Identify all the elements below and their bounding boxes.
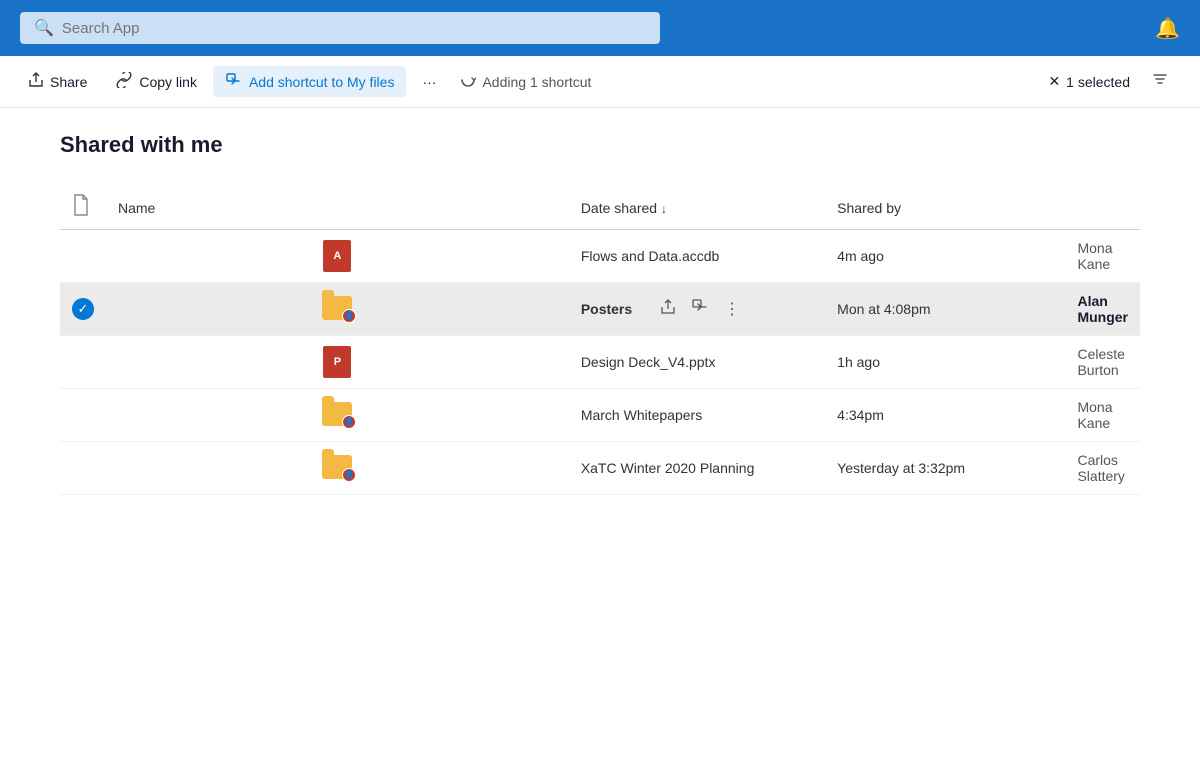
top-bar: 🔍 🔔 [0, 0, 1200, 56]
row-select[interactable] [60, 336, 106, 389]
row-actions: ⋮ [658, 297, 742, 322]
more-button[interactable]: ··· [410, 68, 448, 96]
page-title: Shared with me [60, 132, 1140, 158]
table-header-row: Name Date shared ↓ Shared by [60, 186, 1140, 230]
add-shortcut-label: Add shortcut to My files [249, 74, 395, 90]
file-generic-icon [72, 203, 90, 220]
row-name: March Whitepapers [581, 407, 702, 423]
row-select[interactable] [60, 230, 106, 283]
row-date: 4:34pm [825, 389, 1065, 442]
table-row[interactable]: ✓ 👤 Posters [60, 283, 1140, 336]
row-name-cell[interactable]: XaTC Winter 2020 Planning [569, 442, 825, 495]
th-shared-by: Shared by [825, 186, 1065, 230]
row-select[interactable]: ✓ [60, 283, 106, 336]
folder-icon: 👤 [322, 296, 352, 320]
adding-status: Adding 1 shortcut [452, 72, 599, 91]
table-row[interactable]: A Flows and Data.accdb 4m ago Mona Kane [60, 230, 1140, 283]
row-name-cell[interactable]: Posters ⋮ [569, 283, 825, 336]
copy-link-icon [115, 72, 133, 91]
check-circle: ✓ [72, 298, 94, 320]
row-date: 4m ago [825, 230, 1065, 283]
row-icon: P [106, 336, 569, 389]
adding-icon [460, 72, 476, 91]
row-date: 1h ago [825, 336, 1065, 389]
row-name: Posters [581, 301, 632, 317]
row-shared-by: Carlos Slattery [1065, 442, 1140, 495]
row-icon: 👤 [106, 389, 569, 442]
row-shared-by: Mona Kane [1065, 389, 1140, 442]
share-button[interactable]: Share [16, 66, 99, 97]
folder-icon: 👤 [322, 455, 352, 479]
row-name-cell[interactable]: March Whitepapers [569, 389, 825, 442]
copy-link-button[interactable]: Copy link [103, 66, 209, 97]
table-row[interactable]: P Design Deck_V4.pptx 1h ago Celeste Bur… [60, 336, 1140, 389]
th-date-shared[interactable]: Date shared ↓ [569, 186, 825, 230]
row-icon: 👤 [106, 283, 569, 336]
selected-status: ✕ 1 selected [1032, 67, 1184, 96]
sort-button[interactable] [1144, 67, 1176, 96]
row-share-button[interactable] [658, 297, 678, 322]
file-table: Name Date shared ↓ Shared by A Flows and… [60, 186, 1140, 495]
row-name: XaTC Winter 2020 Planning [581, 460, 755, 476]
selected-label: 1 selected [1066, 74, 1130, 90]
row-name: Design Deck_V4.pptx [581, 354, 716, 370]
search-icon: 🔍 [34, 18, 54, 38]
row-icon: 👤 [106, 442, 569, 495]
row-icon: A [106, 230, 569, 283]
pptx-icon: P [323, 346, 351, 378]
row-date: Yesterday at 3:32pm [825, 442, 1065, 495]
row-name-cell[interactable]: Flows and Data.accdb [569, 230, 825, 283]
toolbar: Share Copy link Add shortcut to My files… [0, 56, 1200, 108]
row-select[interactable] [60, 389, 106, 442]
search-input[interactable] [62, 20, 646, 37]
row-name-cell[interactable]: Design Deck_V4.pptx [569, 336, 825, 389]
table-row[interactable]: 👤 XaTC Winter 2020 Planning Yesterday at… [60, 442, 1140, 495]
close-icon: ✕ [1048, 73, 1060, 90]
folder-icon: 👤 [322, 402, 352, 426]
row-shared-by: Mona Kane [1065, 230, 1140, 283]
search-container[interactable]: 🔍 [20, 12, 660, 44]
row-select[interactable] [60, 442, 106, 495]
share-label: Share [50, 74, 87, 90]
copy-link-label: Copy link [139, 74, 197, 90]
row-shared-by: Alan Munger [1065, 283, 1140, 336]
adding-label: Adding 1 shortcut [482, 74, 591, 90]
sort-arrow-icon: ↓ [661, 202, 667, 216]
share-icon [28, 72, 44, 91]
content-area: Shared with me Name Date shared [0, 108, 1200, 519]
row-date: Mon at 4:08pm [825, 283, 1065, 336]
clear-selected-button[interactable]: ✕ 1 selected [1040, 69, 1138, 94]
bell-icon[interactable]: 🔔 [1155, 16, 1180, 41]
add-shortcut-button[interactable]: Add shortcut to My files [213, 66, 407, 97]
table-row[interactable]: 👤 March Whitepapers 4:34pm Mona Kane [60, 389, 1140, 442]
access-icon: A [323, 240, 351, 272]
row-shortcut-button[interactable] [690, 297, 710, 322]
row-more-button[interactable]: ⋮ [722, 297, 742, 321]
th-select [60, 186, 106, 230]
row-shared-by: Celeste Burton [1065, 336, 1140, 389]
row-name: Flows and Data.accdb [581, 248, 720, 264]
add-shortcut-icon [225, 72, 243, 91]
th-name: Name [106, 186, 569, 230]
more-label: ··· [422, 74, 436, 90]
